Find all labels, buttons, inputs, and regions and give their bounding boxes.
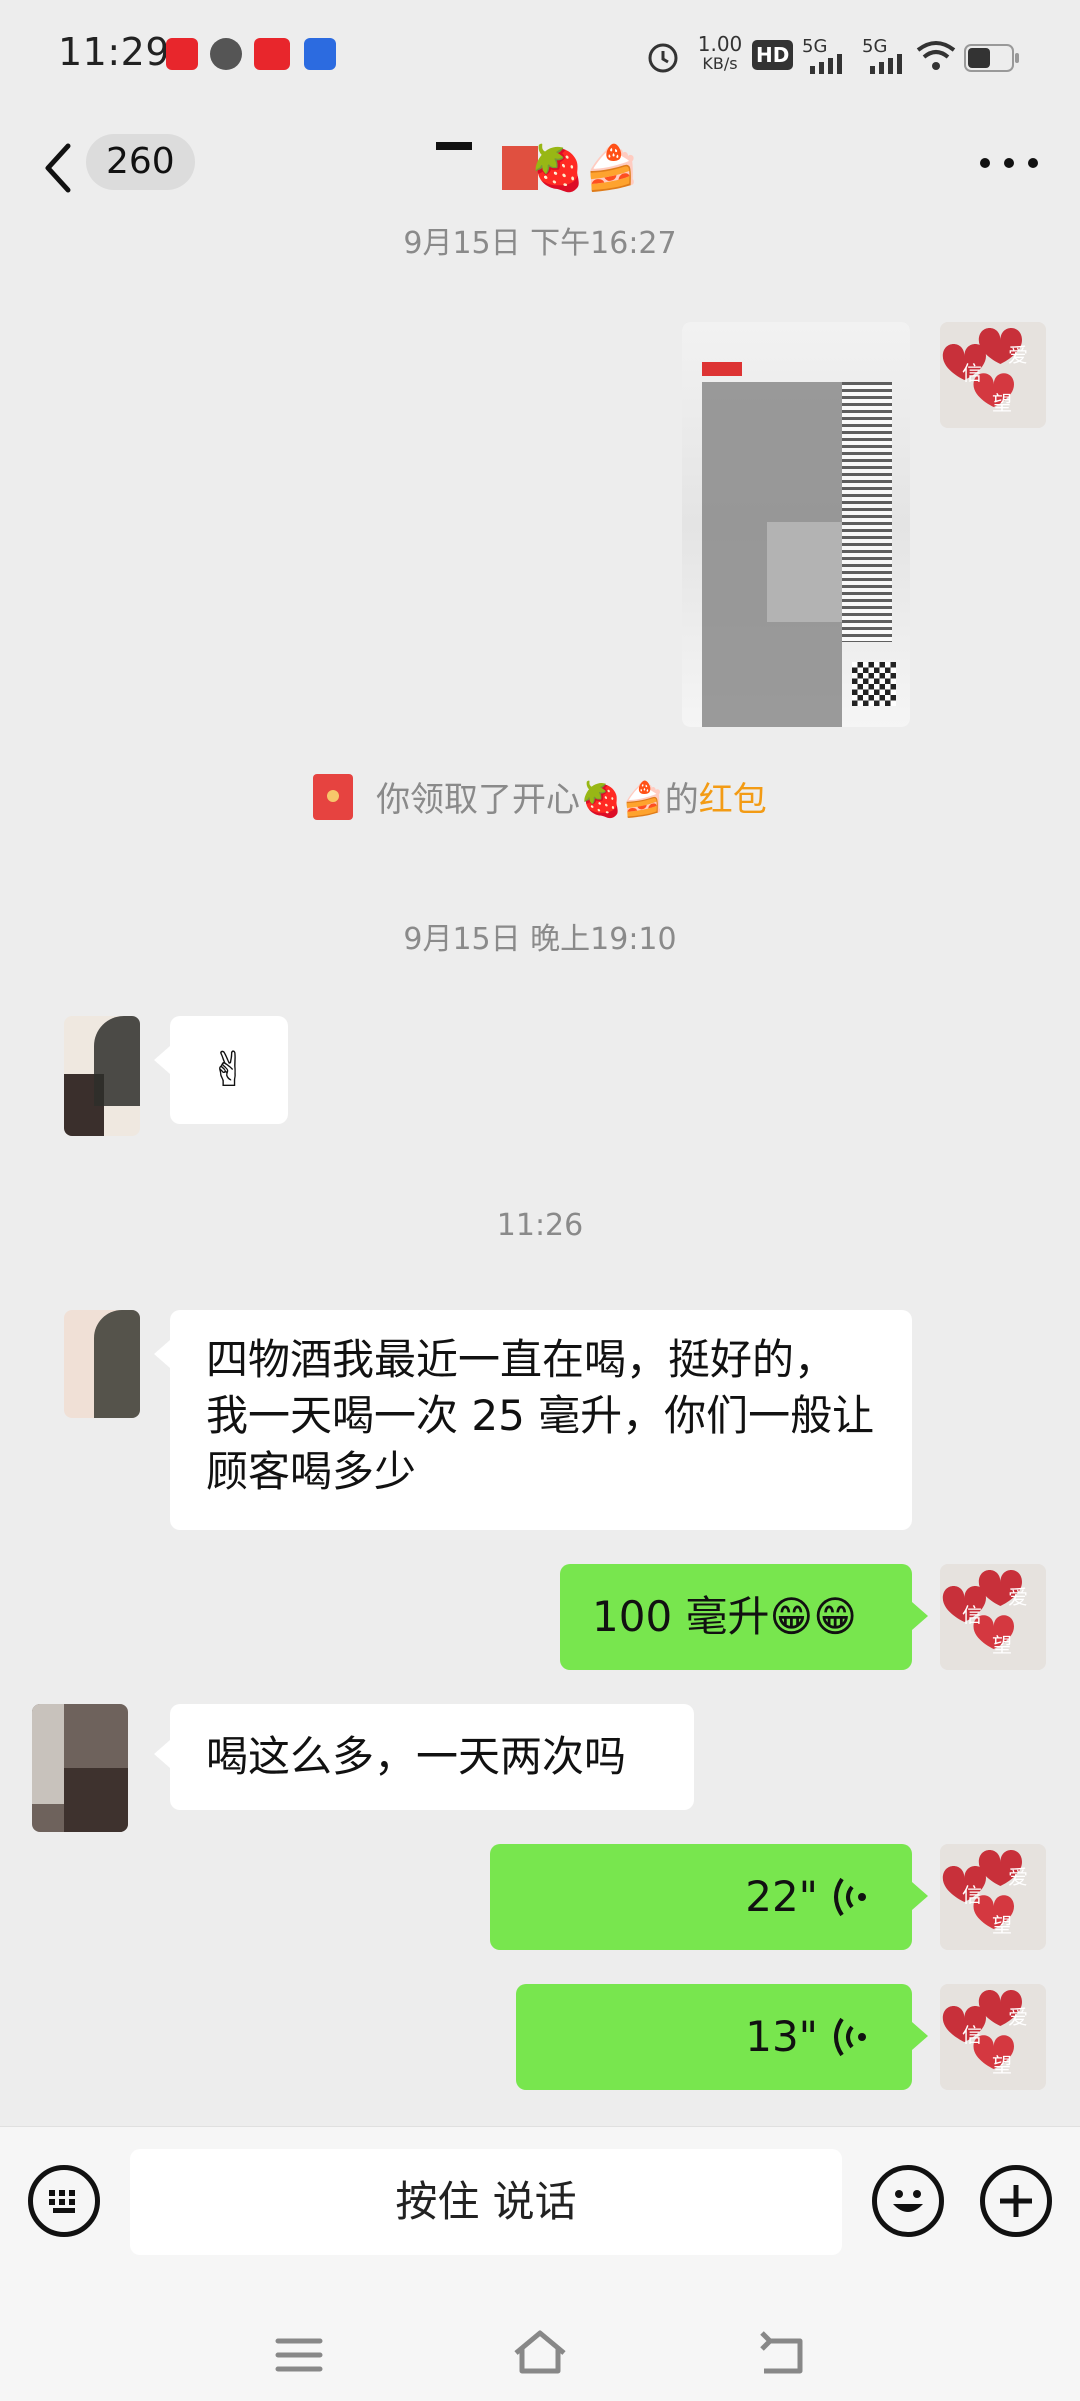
message-bubble[interactable]: 喝这么多，一天两次吗 — [170, 1704, 694, 1810]
svg-text:爱: 爱 — [1008, 1865, 1028, 1889]
chat-header: 260 🍓🍰 — [0, 112, 1080, 224]
heart-avatar-art: 信 爱 望 — [940, 1844, 1046, 1950]
home-icon[interactable] — [510, 2327, 570, 2377]
signal-bars-icon-2 — [870, 54, 902, 74]
message-text: 100 毫升😁😁 — [592, 1592, 858, 1641]
svg-text:信: 信 — [962, 2023, 982, 2047]
message-text: 喝这么多，一天两次吗 — [206, 1732, 627, 1781]
image-blur-block-2 — [767, 522, 842, 622]
image-barcode — [842, 382, 892, 642]
red-packet-link[interactable]: 红包 — [699, 780, 767, 820]
wifi-icon — [916, 41, 956, 70]
svg-text:望: 望 — [992, 1913, 1012, 1937]
chat-bubble-icon — [210, 38, 242, 70]
svg-text:望: 望 — [992, 2053, 1012, 2077]
bubble-tail — [154, 1740, 170, 1768]
menu-icon[interactable] — [274, 2335, 324, 2375]
voice-duration: 22" — [745, 1872, 818, 1921]
title-emoji: 🍓🍰 — [530, 143, 640, 194]
timestamp: 9月15日 下午16:27 — [403, 226, 677, 261]
voice-message[interactable]: 13" — [516, 1984, 912, 2090]
smiley-icon — [893, 2190, 923, 2212]
heart-avatar-art: 信 爱 望 — [940, 322, 1046, 428]
network-speed: 1.00 KB/s — [690, 34, 750, 74]
status-time: 11:29 — [58, 30, 171, 74]
alarm-icon — [648, 43, 678, 73]
contact-avatar[interactable] — [64, 1310, 140, 1418]
message-bubble[interactable]: 四物酒我最近一直在喝，挺好的，我一天喝一次 25 毫升，你们一般让顾客喝多少 — [170, 1310, 912, 1530]
self-avatar[interactable]: 信 爱 望 — [940, 1984, 1046, 2090]
input-bar: 按住 说话 — [0, 2126, 1080, 2401]
image-red-stamp — [702, 362, 742, 376]
chat-title[interactable]: 🍓🍰 — [430, 132, 650, 204]
svg-text:信: 信 — [962, 1883, 982, 1907]
bubble-tail — [154, 1046, 170, 1074]
toutiao-app-icon — [254, 38, 290, 70]
speed-unit: KB/s — [702, 54, 738, 73]
voice-wave-icon — [834, 2017, 866, 2057]
red-packet-icon — [313, 773, 354, 820]
self-avatar[interactable]: 信 爱 望 — [940, 1564, 1046, 1670]
plus-button[interactable] — [980, 2165, 1052, 2237]
emoji-button[interactable] — [872, 2165, 944, 2237]
voice-message[interactable]: 22" — [490, 1844, 912, 1950]
bubble-tail — [154, 1340, 170, 1368]
keyboard-icon — [49, 2190, 75, 2213]
title-redacted-block — [436, 142, 472, 150]
svg-text:爱: 爱 — [1008, 1585, 1028, 1609]
timestamp: 11:26 — [496, 1208, 584, 1243]
battery-icon — [964, 44, 1019, 72]
red-packet-text: 你领取了开心🍓🍰的 — [376, 780, 699, 820]
signal-bars-icon — [810, 54, 842, 74]
back-arrow-icon[interactable] — [38, 138, 78, 198]
contact-avatar[interactable] — [32, 1704, 128, 1832]
self-avatar[interactable]: 信 爱 望 — [940, 1844, 1046, 1950]
hold-to-talk-button[interactable]: 按住 说话 — [130, 2149, 842, 2255]
status-bar: 11:29 1.00 KB/s HD 5G 5G — [0, 0, 1080, 112]
keyboard-toggle-button[interactable] — [28, 2165, 100, 2237]
more-options-button[interactable] — [980, 158, 1040, 174]
svg-text:信: 信 — [962, 361, 982, 385]
svg-text:望: 望 — [992, 1633, 1012, 1657]
voice-duration: 13" — [745, 2012, 818, 2061]
red-packet-notice: 你领取了开心🍓🍰的红包 — [0, 772, 1080, 821]
message-bubble[interactable]: ✌ — [170, 1016, 288, 1124]
contact-avatar[interactable] — [64, 1016, 140, 1136]
svg-text:爱: 爱 — [1008, 343, 1028, 367]
svg-text:信: 信 — [962, 1603, 982, 1627]
self-avatar[interactable]: 信 爱 望 — [940, 322, 1046, 428]
timestamp: 9月15日 晚上19:10 — [403, 922, 677, 957]
bubble-tail — [912, 1882, 928, 1910]
message-text: ✌ — [208, 1042, 250, 1098]
paw-app-icon — [304, 38, 336, 70]
bubble-tail — [912, 2022, 928, 2050]
image-qr — [852, 662, 896, 706]
heart-avatar-art: 信 爱 望 — [940, 1984, 1046, 2090]
svg-text:望: 望 — [992, 391, 1012, 415]
svg-text:爱: 爱 — [1008, 2005, 1028, 2029]
plus-icon — [1000, 2185, 1032, 2217]
bank-app-icon — [166, 38, 198, 70]
bubble-tail — [912, 1602, 928, 1630]
back-nav-icon[interactable] — [756, 2327, 808, 2377]
hd-icon: HD — [752, 40, 794, 70]
message-bubble-self[interactable]: 100 毫升😁😁 — [560, 1564, 912, 1670]
message-text: 四物酒我最近一直在喝，挺好的，我一天喝一次 25 毫升，你们一般让顾客喝多少 — [206, 1335, 875, 1496]
heart-avatar-art: 信 爱 望 — [940, 1564, 1046, 1670]
image-message[interactable] — [682, 322, 910, 727]
voice-wave-icon — [834, 1877, 866, 1917]
speed-value: 1.00 — [697, 32, 743, 56]
unread-count-badge[interactable]: 260 — [86, 134, 195, 190]
